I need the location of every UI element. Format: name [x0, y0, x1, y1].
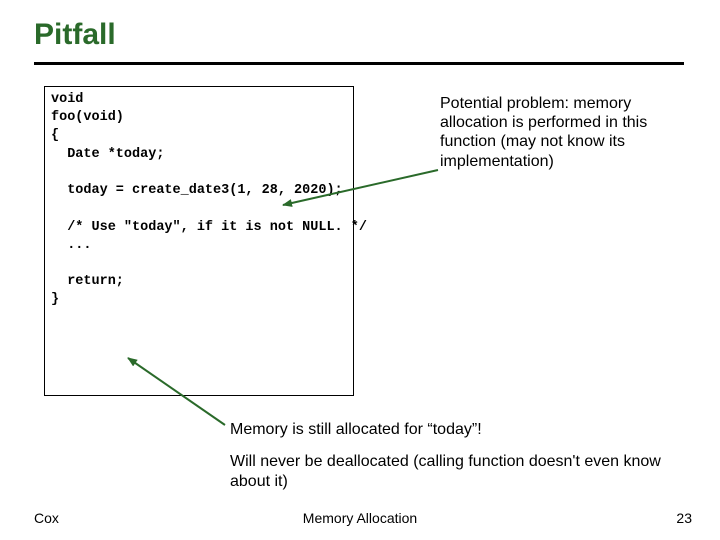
code-block: void foo(void) { Date *today; today = cr…: [44, 86, 354, 396]
slide-title: Pitfall: [34, 18, 116, 52]
annotation-top: Potential problem: memory allocation is …: [440, 94, 690, 171]
annotation-bottom: Memory is still allocated for “today”! W…: [230, 420, 700, 504]
footer-topic: Memory Allocation: [0, 510, 720, 526]
annotation-bottom-line2: Will never be deallocated (calling funct…: [230, 452, 700, 492]
annotation-bottom-line1: Memory is still allocated for “today”!: [230, 420, 700, 440]
title-underline: [34, 62, 684, 65]
footer-page-number: 23: [676, 510, 692, 526]
slide: Pitfall void foo(void) { Date *today; to…: [0, 0, 720, 540]
